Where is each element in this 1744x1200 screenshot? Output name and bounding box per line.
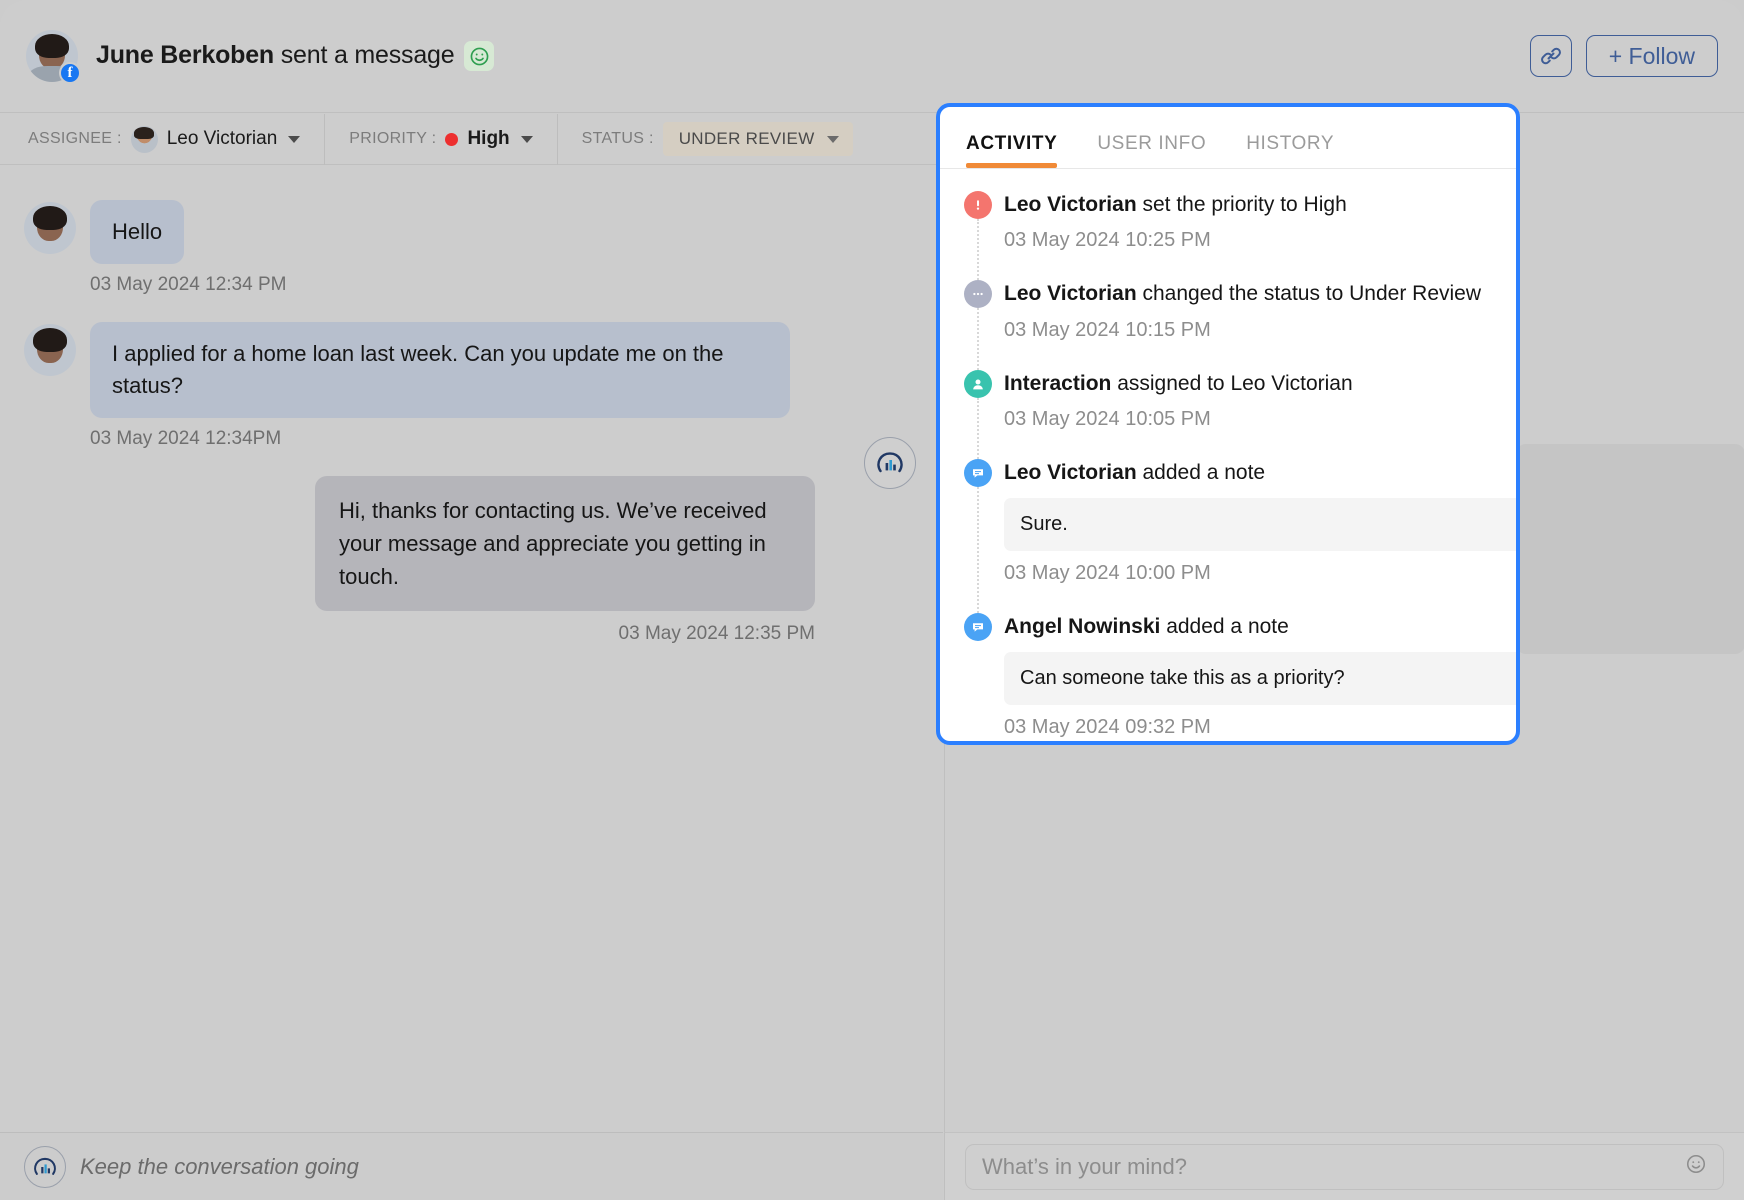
tab-activity[interactable]: ACTIVITY — [966, 133, 1057, 168]
assignee-value: Leo Victorian — [167, 128, 278, 150]
status-label: STATUS : — [582, 130, 654, 148]
priority-group[interactable]: PRIORITY : High — [325, 114, 557, 165]
smiley-icon — [464, 41, 494, 71]
status-group[interactable]: STATUS : UNDER REVIEW — [558, 114, 877, 165]
activity-action: set the priority to High — [1137, 193, 1347, 216]
assignee-avatar — [131, 126, 158, 153]
priority-alert-icon — [964, 191, 992, 219]
timeline-connector — [977, 487, 979, 613]
app-window: f June Berkoben sent a message — [0, 0, 1744, 1200]
chevron-down-icon[interactable] — [827, 136, 839, 143]
assign-person-icon — [964, 370, 992, 398]
activity-timestamp: 03 May 2024 10:00 PM — [1004, 562, 1516, 607]
header-actions: + Follow — [1530, 35, 1718, 77]
panel-tab-bar: ACTIVITY USER INFO HISTORY — [940, 107, 1516, 169]
activity-text: Interaction assigned to Leo Victorian — [1004, 370, 1516, 397]
priority-dot-icon — [445, 133, 458, 146]
priority-value: High — [467, 128, 509, 150]
tab-user-info[interactable]: USER INFO — [1097, 133, 1206, 168]
copy-link-button[interactable] — [1530, 35, 1572, 77]
activity-text: Angel Nowinski added a note — [1004, 613, 1516, 640]
activity-item: Leo Victorian changed the status to Unde… — [940, 280, 1516, 363]
follow-button[interactable]: + Follow — [1586, 35, 1718, 77]
activity-note-body: Sure. — [1004, 498, 1516, 551]
activity-timestamp: 03 May 2024 10:15 PM — [1004, 319, 1516, 364]
note-chat-icon — [964, 613, 992, 641]
activity-note-body: Can someone take this as a priority? — [1004, 652, 1516, 705]
conversation-header: f June Berkoben sent a message — [0, 0, 1744, 113]
message-bubble-incoming: I applied for a home loan last week. Can… — [90, 322, 790, 418]
chevron-down-icon[interactable] — [521, 136, 533, 143]
activity-timestamp: 03 May 2024 10:05 PM — [1004, 408, 1516, 453]
rail-placeholder-box — [1516, 444, 1744, 654]
activity-item: Leo Victorian added a note Sure. 03 May … — [940, 459, 1516, 607]
activity-timestamp: 03 May 2024 10:25 PM — [1004, 229, 1516, 274]
activity-item: Leo Victorian set the priority to High 0… — [940, 191, 1516, 274]
activity-actor: Leo Victorian — [1004, 282, 1137, 305]
brand-logo-icon — [864, 437, 916, 489]
activity-item: Angel Nowinski added a note Can someone … — [940, 613, 1516, 741]
avatar — [24, 324, 76, 376]
activity-actor: Interaction — [1004, 372, 1111, 395]
activity-action: added a note — [1160, 615, 1288, 638]
message-row: Hello — [24, 200, 919, 264]
chevron-down-icon[interactable] — [288, 136, 300, 143]
tab-history[interactable]: HISTORY — [1246, 133, 1334, 168]
timeline-connector — [977, 219, 979, 280]
header-action-text: sent a message — [274, 41, 454, 69]
right-composer[interactable]: What’s in your mind? — [944, 1132, 1744, 1200]
message-timestamp: 03 May 2024 12:34 PM — [90, 274, 919, 296]
message-timestamp: 03 May 2024 12:34PM — [90, 428, 919, 450]
message-bubble-incoming: Hello — [90, 200, 184, 264]
note-input-placeholder: What’s in your mind? — [982, 1154, 1187, 1180]
emoji-picker-icon[interactable] — [1685, 1153, 1707, 1180]
avatar — [24, 202, 76, 254]
activity-text: Leo Victorian added a note — [1004, 459, 1516, 486]
status-ellipsis-icon — [964, 280, 992, 308]
brand-logo-icon — [24, 1146, 66, 1188]
activity-timeline: Leo Victorian set the priority to High 0… — [940, 169, 1516, 741]
activity-actor: Leo Victorian — [1004, 461, 1137, 484]
activity-actor: Leo Victorian — [1004, 193, 1137, 216]
message-timestamp: 03 May 2024 12:35 PM — [24, 623, 815, 645]
facebook-channel-icon: f — [59, 62, 81, 84]
note-input[interactable]: What’s in your mind? — [965, 1144, 1724, 1190]
status-badge[interactable]: UNDER REVIEW — [663, 122, 853, 156]
activity-text: Leo Victorian set the priority to High — [1004, 191, 1516, 218]
message-bubble-outgoing: Hi, thanks for contacting us. We’ve rece… — [315, 476, 815, 611]
assignee-label: ASSIGNEE : — [28, 130, 122, 148]
activity-text: Leo Victorian changed the status to Unde… — [1004, 280, 1516, 307]
activity-timestamp: 03 May 2024 09:32 PM — [1004, 716, 1516, 741]
priority-label: PRIORITY : — [349, 130, 436, 148]
conversation-thread: Hello 03 May 2024 12:34 PM I applied for… — [0, 166, 943, 1132]
status-badge-label: UNDER REVIEW — [679, 129, 815, 149]
activity-action: changed the status to Under Review — [1137, 282, 1481, 305]
left-composer-placeholder: Keep the conversation going — [80, 1154, 359, 1180]
assignee-group[interactable]: ASSIGNEE : Leo Victorian — [28, 114, 325, 165]
header-left-group: f June Berkoben sent a message — [26, 30, 494, 82]
activity-action: assigned to Leo Victorian — [1111, 372, 1352, 395]
page-title: June Berkoben sent a message — [96, 41, 494, 71]
timeline-connector — [977, 398, 979, 459]
activity-action: added a note — [1137, 461, 1265, 484]
sender-avatar-wrap: f — [26, 30, 78, 82]
activity-panel: ACTIVITY USER INFO HISTORY Leo Victorian… — [936, 103, 1520, 745]
activity-actor: Angel Nowinski — [1004, 615, 1160, 638]
message-row-outgoing: Hi, thanks for contacting us. We’ve rece… — [24, 476, 919, 611]
sender-name: June Berkoben — [96, 41, 274, 69]
timeline-connector — [977, 308, 979, 369]
note-chat-icon — [964, 459, 992, 487]
left-composer[interactable]: Keep the conversation going — [0, 1132, 943, 1200]
message-row: I applied for a home loan last week. Can… — [24, 322, 919, 418]
activity-item: Interaction assigned to Leo Victorian 03… — [940, 370, 1516, 453]
